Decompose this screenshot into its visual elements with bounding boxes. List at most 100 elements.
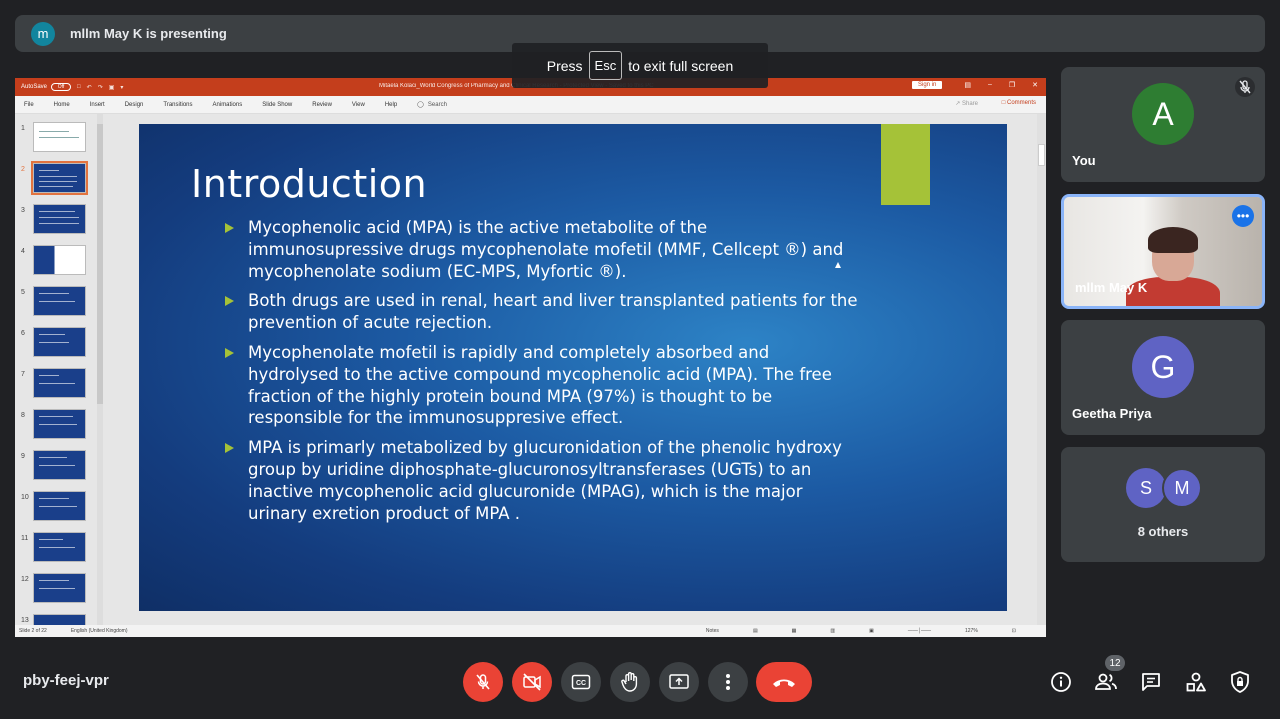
menu-animations[interactable]: Animations bbox=[213, 102, 243, 108]
menu-view[interactable]: View bbox=[352, 102, 365, 108]
slideshow-view-icon[interactable]: ▣ bbox=[869, 628, 874, 634]
slide-thumb[interactable]: 3 bbox=[15, 202, 105, 238]
svg-text:CC: CC bbox=[576, 680, 586, 687]
slide-thumb[interactable]: 13 bbox=[15, 612, 105, 625]
menu-home[interactable]: Home bbox=[54, 102, 70, 108]
presenter-avatar: m bbox=[31, 21, 55, 46]
end-call-button[interactable] bbox=[756, 662, 812, 702]
restore-icon[interactable]: ❐ bbox=[1009, 81, 1015, 89]
end-call-icon bbox=[773, 679, 795, 687]
avatar: G bbox=[1132, 336, 1194, 398]
slide-thumb[interactable]: 5 bbox=[15, 284, 105, 320]
autosave-label: AutoSave bbox=[21, 84, 48, 90]
sorter-view-icon[interactable]: ▦ bbox=[792, 628, 797, 634]
menu-file[interactable]: File bbox=[24, 102, 34, 108]
menu-slide-show[interactable]: Slide Show bbox=[262, 102, 292, 108]
slide-thumb-image bbox=[31, 161, 88, 195]
slide-thumb[interactable]: 9 bbox=[15, 448, 105, 484]
camera-toggle-button[interactable] bbox=[512, 662, 552, 702]
redo-icon[interactable]: ↷ bbox=[98, 84, 103, 91]
ppt-search[interactable]: ◯ Search bbox=[417, 101, 447, 109]
presenter-label: mllm May K is presenting bbox=[70, 26, 227, 41]
captions-button[interactable]: CC bbox=[561, 662, 601, 702]
participant-tile-geetha[interactable]: G Geetha Priya bbox=[1061, 320, 1265, 435]
slide-thumb-number: 11 bbox=[21, 535, 29, 542]
status-language: English (United Kingdom) bbox=[70, 628, 128, 634]
slide-thumb[interactable]: 7 bbox=[15, 366, 105, 402]
slide-thumb-image bbox=[33, 245, 86, 275]
slide-thumb-image bbox=[33, 122, 86, 152]
slide-bullets: Mycophenolic acid (MPA) is the active me… bbox=[225, 217, 865, 532]
search-label: Search bbox=[427, 101, 447, 108]
slide-thumb[interactable]: 11 bbox=[15, 530, 105, 566]
slide-thumb-image bbox=[33, 204, 86, 234]
slide-thumb[interactable]: 8 bbox=[15, 407, 105, 443]
save-icon[interactable]: □ bbox=[77, 84, 81, 91]
slide-thumb[interactable]: 4 bbox=[15, 243, 105, 279]
menu-review[interactable]: Review bbox=[312, 102, 332, 108]
shield-lock-icon bbox=[1231, 671, 1249, 693]
share-button[interactable]: ↗ Share bbox=[955, 100, 978, 107]
avatar: S bbox=[1126, 468, 1166, 508]
fit-slide-icon[interactable]: ⊡ bbox=[1012, 628, 1016, 634]
slide-thumb[interactable]: 2 bbox=[15, 161, 105, 197]
menu-design[interactable]: Design bbox=[125, 102, 144, 108]
people-button[interactable] bbox=[1093, 669, 1119, 695]
slide-thumb-image bbox=[33, 450, 86, 480]
slide-thumb-number: 2 bbox=[21, 166, 25, 173]
slide-thumb-number: 13 bbox=[21, 617, 29, 624]
slide-thumb[interactable]: 10 bbox=[15, 489, 105, 525]
zoom-slider[interactable]: ——│—— bbox=[908, 628, 931, 634]
slide-thumb-number: 10 bbox=[21, 494, 29, 501]
slide-thumb-number: 12 bbox=[21, 576, 29, 583]
sign-in-button[interactable]: Sign in bbox=[912, 81, 943, 89]
ribbon-display-icon[interactable]: ▤ bbox=[964, 81, 971, 89]
slide-bullet: MPA is primarly metabolized by glucuroni… bbox=[225, 437, 865, 524]
participant-name: mllm May K bbox=[1075, 280, 1148, 295]
toast-press: Press bbox=[546, 57, 583, 74]
present-icon[interactable]: ▣ bbox=[109, 84, 115, 91]
undo-icon[interactable]: ↶ bbox=[87, 84, 92, 91]
exit-fullscreen-toast: Press Esc to exit full screen bbox=[512, 43, 768, 88]
mic-toggle-button[interactable] bbox=[463, 662, 503, 702]
present-button[interactable] bbox=[659, 662, 699, 702]
more-options-icon[interactable]: ••• bbox=[1232, 205, 1254, 227]
raise-hand-button[interactable] bbox=[610, 662, 650, 702]
activities-button[interactable] bbox=[1183, 669, 1209, 695]
more-vert-icon bbox=[726, 674, 730, 690]
participant-tile-you[interactable]: A You bbox=[1061, 67, 1265, 182]
normal-view-icon[interactable]: ▤ bbox=[753, 628, 758, 634]
autosave-toggle[interactable]: Off bbox=[51, 83, 72, 91]
menu-insert[interactable]: Insert bbox=[90, 102, 105, 108]
slide-bullet: Mycophenolic acid (MPA) is the active me… bbox=[225, 217, 865, 282]
chat-button[interactable] bbox=[1138, 669, 1164, 695]
slide-thumb[interactable]: 1 bbox=[15, 120, 105, 156]
slide-thumb-number: 1 bbox=[21, 125, 25, 132]
participant-tile-others[interactable]: S M 8 others bbox=[1061, 447, 1265, 562]
zoom-level: 127% bbox=[965, 628, 978, 634]
comments-button[interactable]: □ Comments bbox=[1002, 100, 1036, 106]
menu-help[interactable]: Help bbox=[385, 102, 397, 108]
slide-scrollbar[interactable] bbox=[1037, 114, 1046, 625]
minimize-icon[interactable]: – bbox=[988, 81, 992, 89]
person-hair bbox=[1148, 227, 1198, 253]
meeting-details-button[interactable] bbox=[1048, 669, 1074, 695]
thumbnail-scrollbar-thumb[interactable] bbox=[97, 124, 103, 404]
slide-thumb-image bbox=[33, 409, 86, 439]
customize-icon[interactable]: ▾ bbox=[120, 84, 123, 91]
participant-tile-presenter[interactable]: ••• mllm May K bbox=[1061, 194, 1265, 309]
close-icon[interactable]: ✕ bbox=[1032, 81, 1038, 89]
slide-thumb[interactable]: 6 bbox=[15, 325, 105, 361]
reading-view-icon[interactable]: ▥ bbox=[830, 628, 835, 634]
slide-thumb-number: 8 bbox=[21, 412, 25, 419]
slide-thumb-image bbox=[33, 614, 86, 625]
slide-scrollbar-thumb[interactable] bbox=[1038, 144, 1045, 166]
host-controls-button[interactable] bbox=[1227, 669, 1253, 695]
notes-button[interactable]: Notes bbox=[706, 628, 719, 634]
more-options-button[interactable] bbox=[708, 662, 748, 702]
slide-title: Introduction bbox=[191, 162, 428, 206]
slide-thumb[interactable]: 12 bbox=[15, 571, 105, 607]
present-screen-icon bbox=[669, 674, 689, 689]
slide-accent-bar bbox=[881, 124, 930, 205]
menu-transitions[interactable]: Transitions bbox=[163, 102, 192, 108]
